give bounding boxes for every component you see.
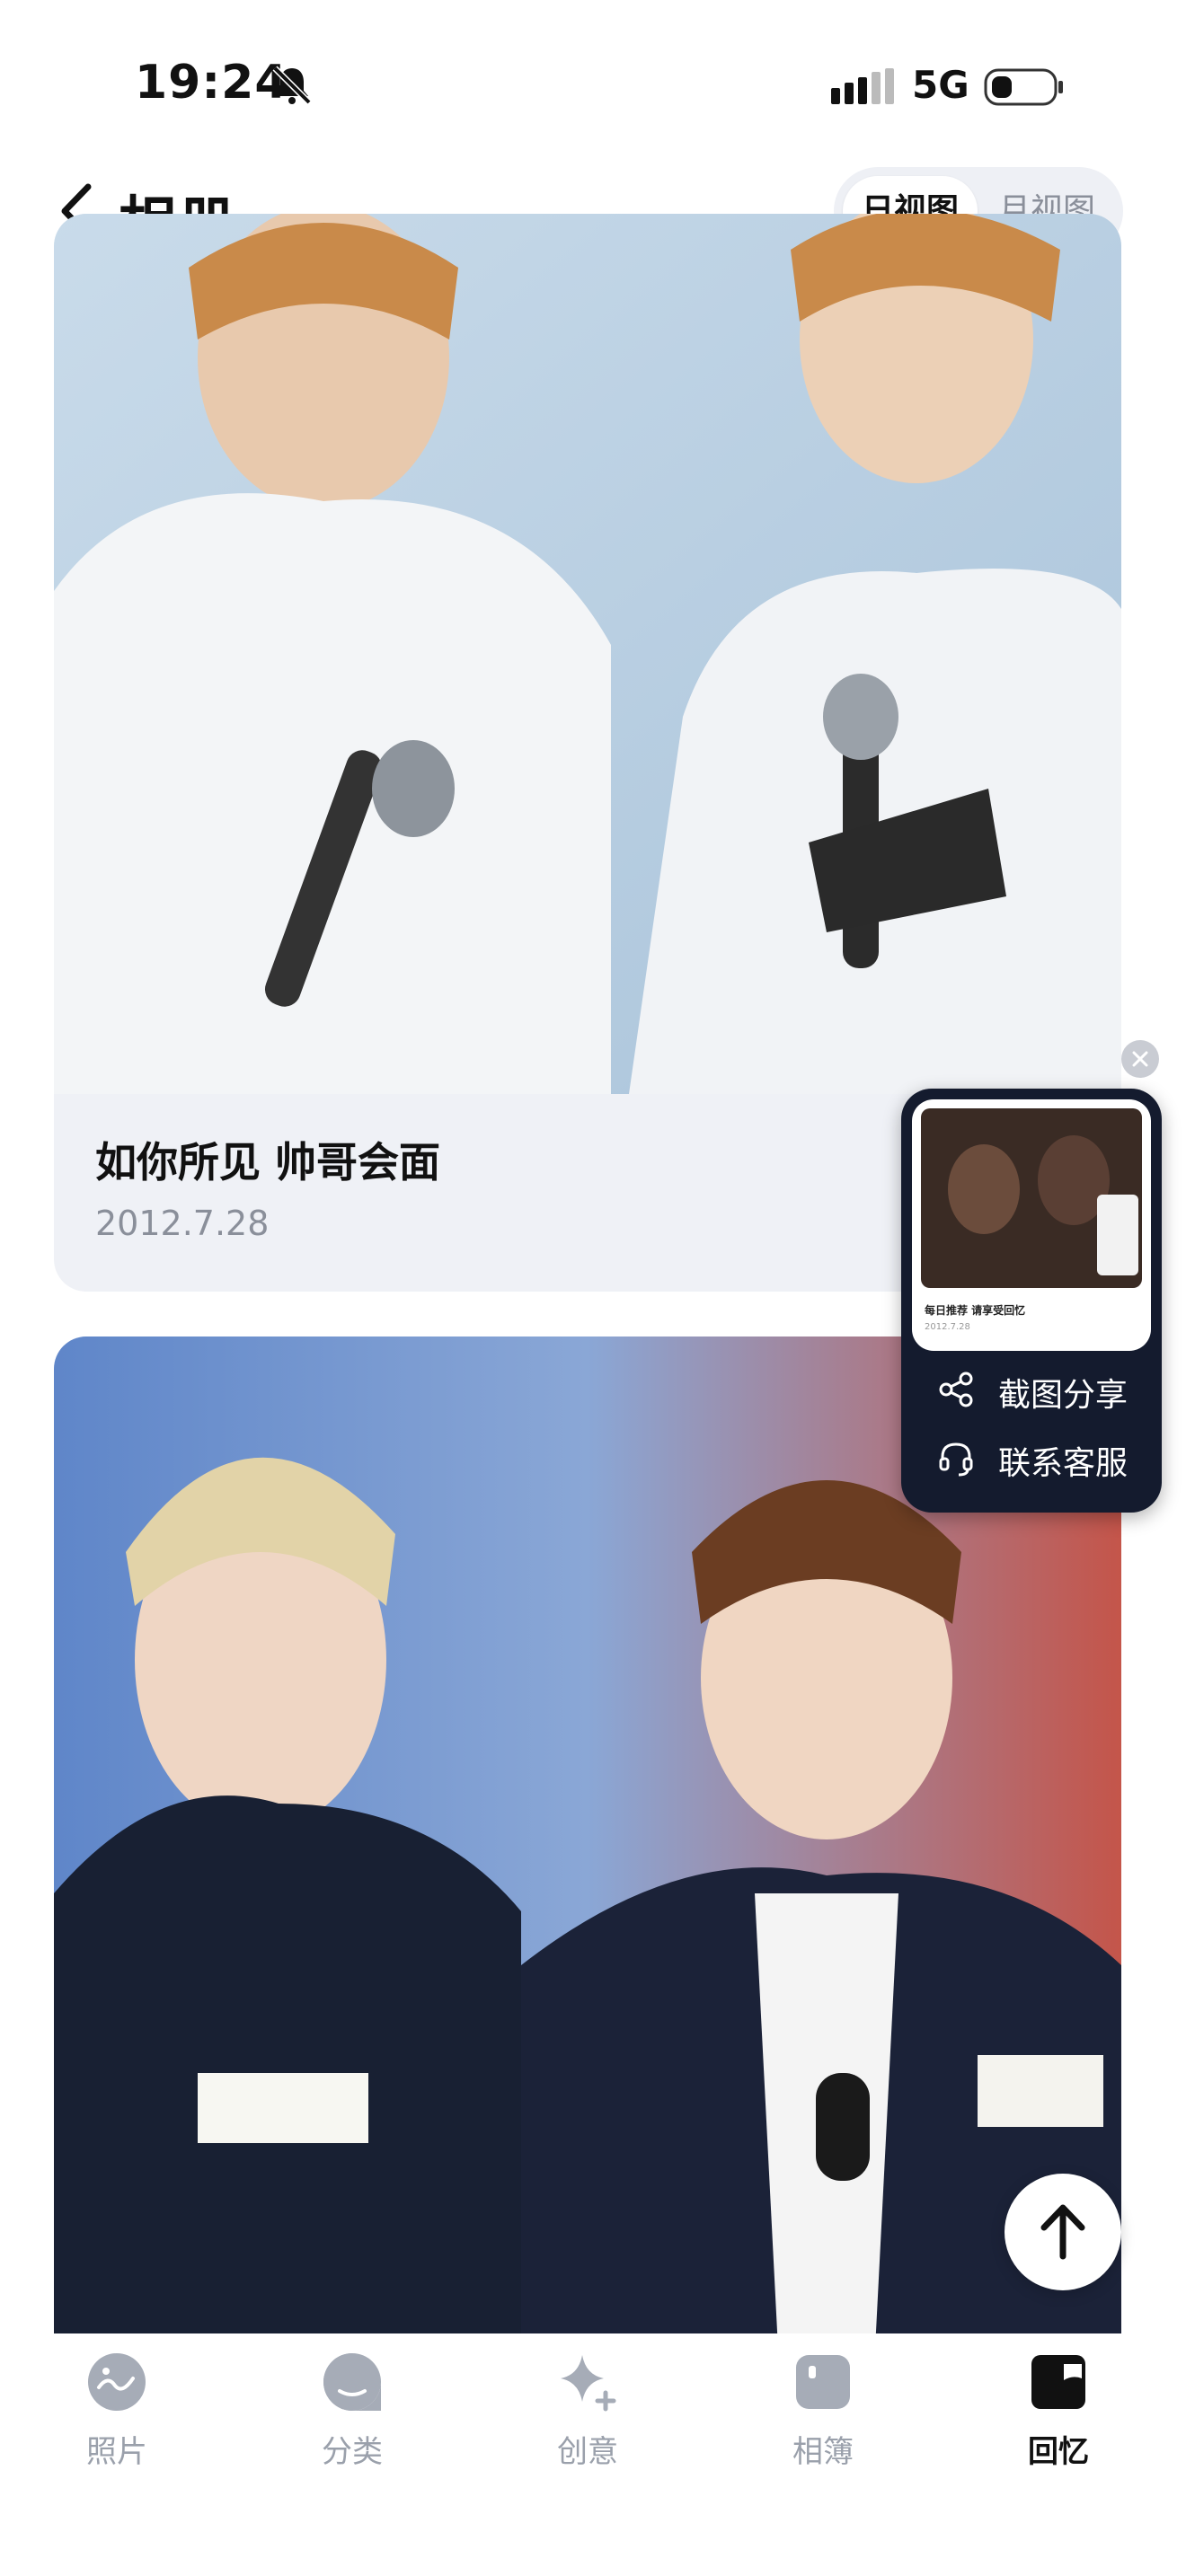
- card-date: 2012.7.28: [95, 1204, 270, 1243]
- contact-service-button[interactable]: 联系客服: [937, 1430, 1153, 1484]
- tab-photos[interactable]: 照片: [45, 2351, 189, 2477]
- tab-label: 照片: [86, 2434, 147, 2470]
- photo-icon: [88, 2353, 146, 2411]
- bottom-tab-bar: 照片 分类 创意 相簿 回忆: [0, 2333, 1186, 2576]
- screenshot-share-button[interactable]: 截图分享: [937, 1362, 1153, 1416]
- album-icon: [796, 2355, 850, 2409]
- tab-creative[interactable]: 创意: [516, 2351, 659, 2477]
- back-to-top-button[interactable]: [1005, 2174, 1121, 2290]
- category-icon: [323, 2353, 381, 2411]
- tab-label: 创意: [557, 2434, 618, 2470]
- service-label: 联系客服: [998, 1445, 1128, 1482]
- photo-two-performers: [54, 214, 1121, 1094]
- status-bar: 19:24 5G: [0, 0, 1186, 153]
- float-close-button[interactable]: [1121, 1040, 1159, 1078]
- tab-label: 分类: [322, 2434, 383, 2470]
- signal-icon: [831, 68, 894, 104]
- memory-photo[interactable]: [54, 214, 1121, 1094]
- battery-icon: [984, 68, 1063, 106]
- bell-muted-icon: [272, 66, 312, 105]
- sparkle-icon: [561, 2355, 616, 2412]
- tab-memory[interactable]: 回忆: [987, 2351, 1130, 2477]
- tab-label: 回忆: [1028, 2434, 1089, 2470]
- arrow-up-icon: [1040, 2204, 1085, 2260]
- status-time: 19:24: [135, 56, 288, 110]
- close-icon: [1132, 1051, 1148, 1067]
- share-label: 截图分享: [998, 1377, 1128, 1414]
- tab-category[interactable]: 分类: [280, 2351, 424, 2477]
- card-title: 如你所见 帅哥会面: [95, 1138, 441, 1187]
- network-label: 5G: [912, 63, 969, 107]
- tab-label: 相簿: [792, 2434, 854, 2470]
- thumbnail-image: [921, 1108, 1142, 1288]
- tab-album[interactable]: 相簿: [751, 2351, 895, 2477]
- thumbnail-date: 2012.7.28: [925, 1322, 970, 1332]
- screenshot-thumbnail[interactable]: 每日推荐 请享受回忆 2012.7.28: [912, 1099, 1151, 1351]
- share-icon: [939, 1372, 973, 1407]
- memory-icon: [1031, 2355, 1085, 2409]
- headset-icon: [939, 1442, 973, 1477]
- thumbnail-title: 每日推荐 请享受回忆: [925, 1304, 1026, 1317]
